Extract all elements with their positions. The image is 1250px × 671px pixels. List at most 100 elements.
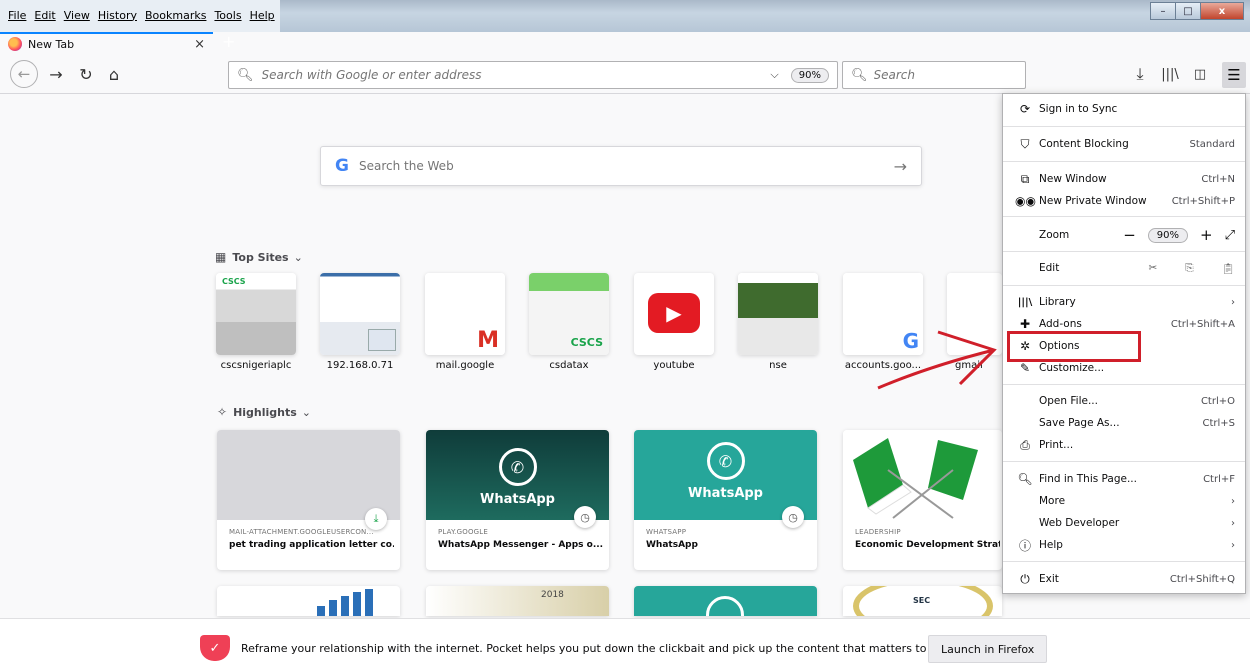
menu-file[interactable]: File (4, 9, 30, 22)
menu-item-label: Content Blocking (1039, 138, 1129, 150)
chevron-right-icon: › (1231, 495, 1235, 507)
more-item[interactable]: More › (1003, 490, 1245, 512)
search-icon: 🔍︎ (851, 67, 868, 83)
top-site-tile[interactable] (738, 273, 818, 355)
highlight-card[interactable]: LEADERSHIP Economic Development Strateg.… (843, 430, 1002, 570)
highlight-card[interactable]: ✆ WhatsApp ◷ WHATSAPP WhatsApp (634, 430, 817, 570)
search-submit-icon[interactable]: → (894, 157, 907, 176)
highlight-card[interactable]: 2018 (426, 586, 609, 616)
top-site-tile[interactable] (320, 273, 400, 355)
tab-title: New Tab (28, 37, 75, 51)
menu-item-label: Help (1039, 539, 1063, 551)
menu-bookmarks[interactable]: Bookmarks (141, 9, 210, 22)
download-icon: ⤓ (365, 508, 387, 530)
highlight-title: WhatsApp (646, 540, 698, 550)
menu-separator (1003, 561, 1245, 562)
menu-edit[interactable]: Edit (30, 9, 59, 22)
print-item[interactable]: ⎙ Print... (1003, 434, 1245, 456)
menu-help[interactable]: Help (246, 9, 279, 22)
reload-button[interactable]: ↻ (74, 62, 98, 86)
sidebar-button[interactable]: ◫ (1188, 62, 1212, 86)
highlight-card[interactable]: SEC (843, 586, 1002, 616)
top-sites-title: Top Sites (232, 250, 289, 264)
home-button[interactable]: ⌂ (102, 62, 126, 86)
highlight-card[interactable] (634, 586, 817, 616)
cut-icon[interactable]: ✂ (1148, 262, 1157, 274)
sign-in-to-sync-item[interactable]: ⟳ Sign in to Sync (1003, 98, 1245, 120)
exit-item[interactable]: ⏻ Exit Ctrl+Shift+Q (1003, 568, 1245, 590)
menu-tools[interactable]: Tools (210, 9, 245, 22)
zoom-reset-button[interactable]: 90% (1147, 227, 1189, 243)
paste-icon[interactable]: 📋︎ (1222, 262, 1235, 275)
new-tab-button[interactable]: + (222, 32, 235, 51)
puzzle-icon: ✚ (1019, 317, 1031, 331)
new-window-item[interactable]: ⧉ New Window Ctrl+N (1003, 168, 1245, 190)
menu-item-shortcut: Ctrl+Shift+Q (1169, 573, 1235, 585)
library-icon: |||\ (1017, 296, 1033, 308)
url-input[interactable] (261, 68, 771, 82)
site-logo: CSCS (222, 277, 246, 286)
top-site-tile[interactable]: CSCS (529, 273, 609, 355)
tab-new-tab[interactable]: New Tab × (0, 32, 213, 54)
search-icon: 🔍︎ (237, 67, 254, 83)
menu-item-label: Exit (1039, 573, 1059, 585)
url-bar[interactable]: 🔍︎ ⌵ 90% (228, 61, 838, 89)
search-bar[interactable]: 🔍︎ (842, 61, 1026, 89)
sec-seal-text: SEC (913, 596, 931, 605)
minimize-button[interactable]: – (1150, 2, 1176, 20)
menu-item-shortcut: Ctrl+Shift+P (1171, 195, 1235, 207)
menu-item-label: Save Page As... (1039, 417, 1120, 429)
google-icon: G (335, 156, 349, 176)
whatsapp-icon: ✆ (706, 442, 745, 480)
help-item[interactable]: ⓘ Help › (1003, 534, 1245, 556)
menu-item-label: Add-ons (1039, 318, 1082, 330)
forward-button[interactable]: → (44, 62, 68, 86)
top-site-tile[interactable]: CSCS (216, 273, 296, 355)
top-site-label: 192.168.0.71 (326, 360, 394, 371)
save-page-item[interactable]: Save Page As... Ctrl+S (1003, 412, 1245, 434)
search-input[interactable] (873, 68, 1004, 82)
menu-history[interactable]: History (94, 9, 141, 22)
forward-arrow-icon: → (49, 64, 63, 84)
web-developer-item[interactable]: Web Developer › (1003, 512, 1245, 534)
library-button[interactable]: |||\ (1158, 62, 1182, 86)
open-menu-button[interactable]: ☰ (1222, 62, 1246, 88)
highlight-card[interactable]: ✆ WhatsApp ◷ PLAY.GOOGLE WhatsApp Messen… (426, 430, 609, 570)
menu-separator (1003, 216, 1245, 217)
downloads-button[interactable]: ⤓ (1128, 62, 1152, 86)
new-private-window-item[interactable]: ◉◉ New Private Window Ctrl+Shift+P (1003, 190, 1245, 212)
menu-view[interactable]: View (60, 9, 94, 22)
maximize-button[interactable]: □ (1175, 2, 1201, 20)
find-in-page-item[interactable]: 🔍︎ Find in This Page... Ctrl+F (1003, 468, 1245, 490)
back-button[interactable]: ← (10, 60, 38, 88)
web-search-input[interactable] (358, 159, 894, 173)
launch-in-firefox-button[interactable]: Launch in Firefox (928, 635, 1048, 663)
highlight-card[interactable] (217, 586, 400, 616)
highlight-title: pet trading application letter co... (229, 540, 394, 550)
zoom-in-button[interactable]: + (1200, 226, 1213, 244)
copy-icon[interactable]: ⎘ (1185, 262, 1193, 275)
top-site-label: cscsnigeriaplc (220, 360, 292, 371)
close-tab-icon[interactable]: × (194, 37, 205, 52)
chart-thumbnail (317, 589, 373, 616)
gmail-icon: M (477, 328, 499, 353)
zoom-reset-badge[interactable]: 90% (790, 67, 829, 83)
menu-item-label: Customize... (1039, 362, 1105, 374)
zoom-out-button[interactable]: − (1123, 226, 1136, 244)
close-window-button[interactable]: x (1200, 2, 1244, 20)
top-site-tile[interactable]: ▶ (634, 273, 714, 355)
open-file-item[interactable]: Open File... Ctrl+O (1003, 390, 1245, 412)
content-blocking-item[interactable]: ⛉ Content Blocking Standard (1003, 133, 1245, 155)
top-sites-header[interactable]: ▦ Top Sites ⌄ (215, 250, 303, 264)
home-icon: ⌂ (108, 64, 120, 84)
highlight-card[interactable]: ⤓ MAIL-ATTACHMENT.GOOGLEUSERCON... pet t… (217, 430, 400, 570)
edit-item: Edit ✂ ⎘ 📋︎ (1003, 257, 1245, 279)
fullscreen-icon[interactable]: ⤢ (1225, 228, 1235, 243)
site-thumbnail (738, 273, 818, 355)
whatsapp-icon: ✆ (498, 448, 537, 486)
chevron-down-icon[interactable]: ⌵ (770, 68, 778, 82)
highlights-header[interactable]: ✧ Highlights ⌄ (217, 405, 311, 419)
top-site-tile[interactable]: M (425, 273, 505, 355)
web-search-box[interactable]: G → (320, 146, 922, 186)
library-item[interactable]: |||\ Library › (1003, 291, 1245, 313)
